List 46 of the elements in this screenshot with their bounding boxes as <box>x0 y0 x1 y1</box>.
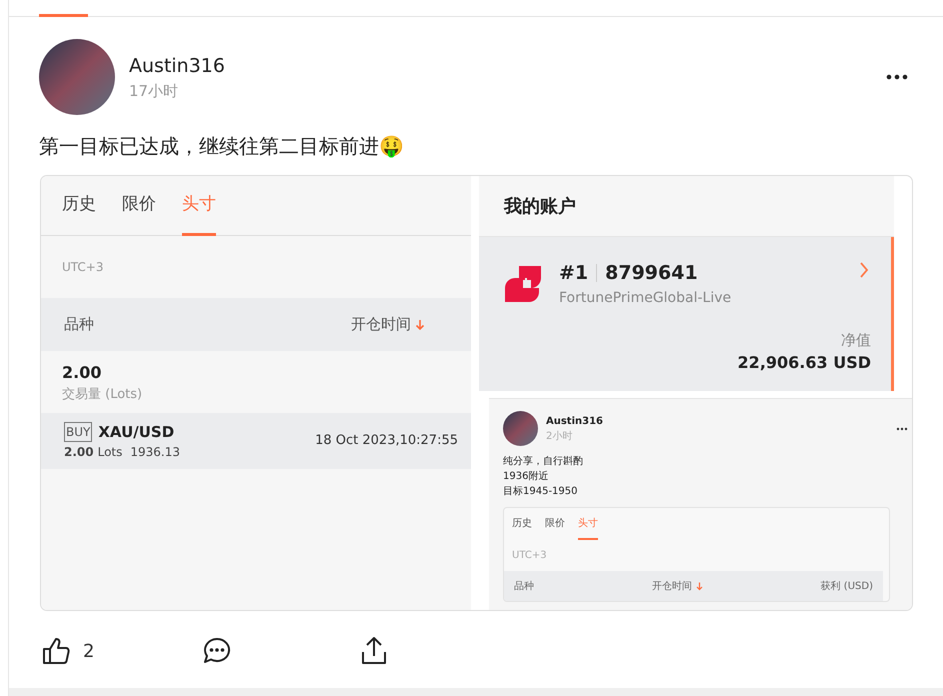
column-header: 开仓时间 <box>652 580 692 594</box>
logo-icon <box>503 264 543 304</box>
tab[interactable]: 历史 <box>512 508 532 540</box>
more-icon <box>896 426 908 430</box>
sort-down-icon <box>696 582 703 590</box>
share-icon <box>360 636 388 666</box>
account-title: 我的账户 <box>479 176 894 237</box>
symbol-text: XAU/USD <box>98 422 174 442</box>
comment-icon <box>202 636 232 666</box>
column-header[interactable]: 开仓时间 <box>351 313 411 336</box>
post-text-line: 1936附近 <box>503 470 550 484</box>
tab[interactable]: 限价 <box>122 176 156 236</box>
column-header: 品种 <box>514 580 534 594</box>
equity-value: 22,906.63 USD <box>736 352 871 374</box>
post-time: 2小时 <box>546 430 574 444</box>
column-header: 品种 <box>64 314 94 336</box>
tab[interactable]: 限价 <box>545 508 565 540</box>
author-name: Austin316 <box>546 414 604 428</box>
author-name[interactable]: Austin316 <box>129 52 225 80</box>
like-button[interactable]: 2 <box>41 636 94 666</box>
server-name: FortunePrimeGlobal-Live <box>559 288 732 308</box>
timezone-label: UTC+3 <box>61 259 104 276</box>
post-text-line: 纯分享，自行斟酌 <box>503 454 584 469</box>
more-icon[interactable] <box>886 74 908 80</box>
post-text: 第一目标已达成，继续往第二目标前进🤑 <box>38 133 405 160</box>
tab-indicator <box>39 14 88 17</box>
volume-label: 交易量 (Lots) <box>62 386 144 404</box>
lots-unit: Lots <box>98 444 122 461</box>
column-header: 获利 (USD) <box>820 580 873 594</box>
sort-down-icon <box>415 318 425 330</box>
tab[interactable]: 历史 <box>62 176 96 236</box>
thumbs-up-icon <box>41 636 71 666</box>
account-id: 8799641 <box>605 261 698 286</box>
price-text: 1936.13 <box>130 444 180 461</box>
comment-button[interactable] <box>202 636 232 666</box>
side-tag: BUY <box>64 422 92 442</box>
open-time: 18 Oct 2023,10:27:55 <box>315 432 458 450</box>
equity-label: 净值 <box>840 330 871 350</box>
account-number: #1 <box>559 261 588 286</box>
volume-value: 2.00 <box>62 362 102 384</box>
lots-value: 2.00 <box>64 444 94 461</box>
post-time: 17小时 <box>129 81 180 102</box>
share-button[interactable] <box>360 636 388 666</box>
timezone-label: UTC+3 <box>511 549 548 563</box>
post-text-line: 目标1945-1950 <box>503 484 579 499</box>
avatar-photo-placeholder <box>503 411 538 446</box>
